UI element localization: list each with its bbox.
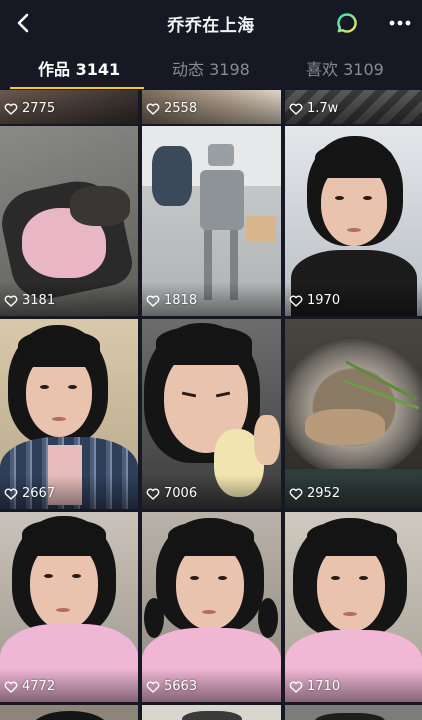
video-tile[interactable]: 1710: [285, 512, 422, 702]
heart-outline-icon: [4, 681, 18, 693]
thumbnail-image: [315, 713, 385, 720]
heart-outline-icon: [146, 103, 160, 115]
thumbnail-image: [30, 711, 110, 720]
heart-outline-icon: [4, 295, 18, 307]
like-count: 1710: [289, 679, 340, 694]
like-count-text: 2558: [164, 101, 198, 116]
like-count-text: 1710: [307, 679, 341, 694]
like-count: 7006: [146, 486, 197, 501]
video-tile[interactable]: 2558: [142, 90, 281, 124]
thumbnail-image: [182, 711, 242, 720]
profile-tabs: 作品 3141 动态 3198 喜欢 3109: [0, 46, 422, 90]
like-count: 2667: [4, 486, 55, 501]
like-count: 2775: [4, 101, 55, 116]
video-tile[interactable]: 2775: [0, 90, 138, 124]
video-tile[interactable]: [142, 705, 281, 720]
video-tile[interactable]: 3181: [0, 126, 138, 316]
active-tab-indicator: [10, 87, 144, 89]
heart-outline-icon: [4, 103, 18, 115]
like-count-text: 1.7w: [307, 101, 339, 116]
like-count-text: 3181: [22, 293, 56, 308]
like-count: 4772: [4, 679, 55, 694]
heart-outline-icon: [146, 488, 160, 500]
video-grid: 2775 2558 1.7w 3181 1818 1970 2667 7006 …: [0, 90, 422, 720]
like-count-text: 2775: [22, 101, 56, 116]
like-count-text: 5663: [164, 679, 198, 694]
video-tile[interactable]: [0, 705, 138, 720]
chat-bubble-icon: [337, 13, 357, 33]
tab-works[interactable]: 作品 3141: [38, 56, 120, 80]
like-count-text: 4772: [22, 679, 56, 694]
like-count-text: 2667: [22, 486, 56, 501]
video-tile[interactable]: 2667: [0, 319, 138, 509]
like-count-text: 2952: [307, 486, 341, 501]
video-tile[interactable]: 1818: [142, 126, 281, 316]
video-tile[interactable]: 5663: [142, 512, 281, 702]
like-count: 1.7w: [289, 101, 338, 116]
like-count: 5663: [146, 679, 197, 694]
like-count: 1818: [146, 293, 197, 308]
heart-outline-icon: [289, 295, 303, 307]
more-dots-icon: [389, 20, 411, 26]
heart-outline-icon: [289, 681, 303, 693]
video-tile[interactable]: 2952: [285, 319, 422, 509]
like-count: 1970: [289, 293, 340, 308]
like-count-text: 7006: [164, 486, 198, 501]
heart-outline-icon: [4, 488, 18, 500]
top-bar: 乔乔在上海: [0, 0, 422, 46]
heart-outline-icon: [146, 295, 160, 307]
chat-button[interactable]: [333, 9, 361, 37]
like-count-text: 1818: [164, 293, 198, 308]
more-button[interactable]: [385, 9, 415, 37]
heart-outline-icon: [289, 488, 303, 500]
video-tile[interactable]: 1970: [285, 126, 422, 316]
tab-dynamics[interactable]: 动态 3198: [172, 56, 250, 80]
video-tile[interactable]: 7006: [142, 319, 281, 509]
like-count: 3181: [4, 293, 55, 308]
like-count: 2558: [146, 101, 197, 116]
like-count-text: 1970: [307, 293, 341, 308]
like-count: 2952: [289, 486, 340, 501]
heart-outline-icon: [289, 103, 303, 115]
video-tile[interactable]: 4772: [0, 512, 138, 702]
video-tile[interactable]: [285, 705, 422, 720]
video-tile[interactable]: 1.7w: [285, 90, 422, 124]
heart-outline-icon: [146, 681, 160, 693]
tab-likes[interactable]: 喜欢 3109: [306, 56, 384, 80]
